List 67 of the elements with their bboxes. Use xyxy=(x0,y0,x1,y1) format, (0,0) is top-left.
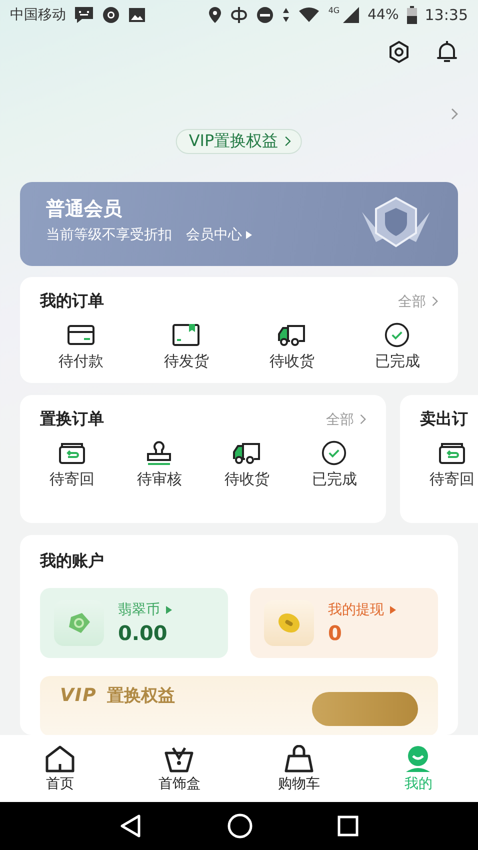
triangle-icon xyxy=(390,606,396,614)
order-status-button[interactable]: 已完成 xyxy=(290,440,378,489)
chevron-icon xyxy=(359,414,366,425)
back-icon[interactable] xyxy=(119,814,143,838)
jewelry-box-icon xyxy=(163,744,196,772)
wallet-name: 翡翠币 xyxy=(118,601,160,619)
data-arrows-icon xyxy=(282,7,290,23)
box-icon xyxy=(172,322,200,348)
wallet-balance: 0.00 xyxy=(118,621,168,645)
home-icon xyxy=(44,744,76,772)
chevron-icon xyxy=(284,136,292,147)
vip-banner-title: 置换权益 xyxy=(106,684,175,706)
check-circle-icon xyxy=(383,322,412,348)
crosshair-icon xyxy=(230,6,248,24)
recent-apps-icon[interactable] xyxy=(337,815,359,837)
section-title: 我的订单 xyxy=(40,291,104,312)
vip-benefits-link[interactable]: VIP置换权益 xyxy=(176,129,302,154)
do-not-disturb-icon xyxy=(256,6,274,24)
wallet-tile[interactable]: 翡翠币 0.00 xyxy=(40,588,228,658)
check-circle-icon xyxy=(320,440,348,466)
member-description: 当前等级不享受折扣 xyxy=(46,226,172,244)
order-status-button[interactable]: 待收货 xyxy=(239,322,344,371)
card-icon xyxy=(66,322,95,348)
image-icon xyxy=(128,7,146,23)
order-status-button[interactable]: 待寄回 xyxy=(28,440,116,489)
order-status-button[interactable]: 已完成 xyxy=(344,322,450,371)
chevron-icon xyxy=(431,296,438,307)
carrier-name: 中国移动 xyxy=(10,6,66,24)
truck-icon xyxy=(276,322,307,348)
vip-logo: VIP xyxy=(60,684,97,706)
coin-icon xyxy=(276,611,302,635)
return-box-icon xyxy=(438,440,466,466)
tab-item[interactable]: 首页 xyxy=(0,735,120,802)
return-box-icon xyxy=(58,440,86,466)
wifi-icon xyxy=(298,7,320,23)
tab-item[interactable]: 购物车 xyxy=(239,735,358,802)
triangle-icon xyxy=(166,606,172,614)
home-circle-icon[interactable] xyxy=(227,813,253,839)
chevron-icon xyxy=(450,108,458,120)
message-icon xyxy=(74,6,94,24)
order-status-button[interactable]: 待收货 xyxy=(203,440,290,489)
section-title: 卖出订 xyxy=(420,409,468,430)
shopping-bag-icon xyxy=(282,744,315,772)
bell-icon[interactable] xyxy=(436,40,458,64)
order-status-button[interactable]: 待付款 xyxy=(28,322,134,371)
jade-coin-icon xyxy=(66,611,92,635)
settings-icon[interactable] xyxy=(388,40,410,64)
signal-icon xyxy=(342,6,360,24)
truck-icon xyxy=(232,440,262,466)
wallet-balance: 0 xyxy=(328,621,343,645)
network-type: 4G xyxy=(328,6,340,15)
location-icon xyxy=(208,6,222,24)
section-title: 置换订单 xyxy=(40,409,104,430)
section-title: 我的账户 xyxy=(40,551,105,572)
order-status-button[interactable]: 待寄回 xyxy=(408,440,478,489)
order-status-button[interactable]: 待审核 xyxy=(116,440,203,489)
wallet-name: 我的提现 xyxy=(328,601,384,619)
order-status-button[interactable]: 待发货 xyxy=(134,322,239,371)
member-level: 普通会员 xyxy=(46,197,123,222)
battery-icon xyxy=(406,6,417,24)
tab-item[interactable]: 首饰盒 xyxy=(120,735,239,802)
stamp-icon xyxy=(145,440,174,466)
battery-percent: 44% xyxy=(368,7,399,23)
triangle-icon xyxy=(246,231,252,239)
open-vip-button[interactable] xyxy=(312,692,418,726)
browser-icon xyxy=(102,6,120,24)
clock-time: 13:35 xyxy=(424,6,468,24)
